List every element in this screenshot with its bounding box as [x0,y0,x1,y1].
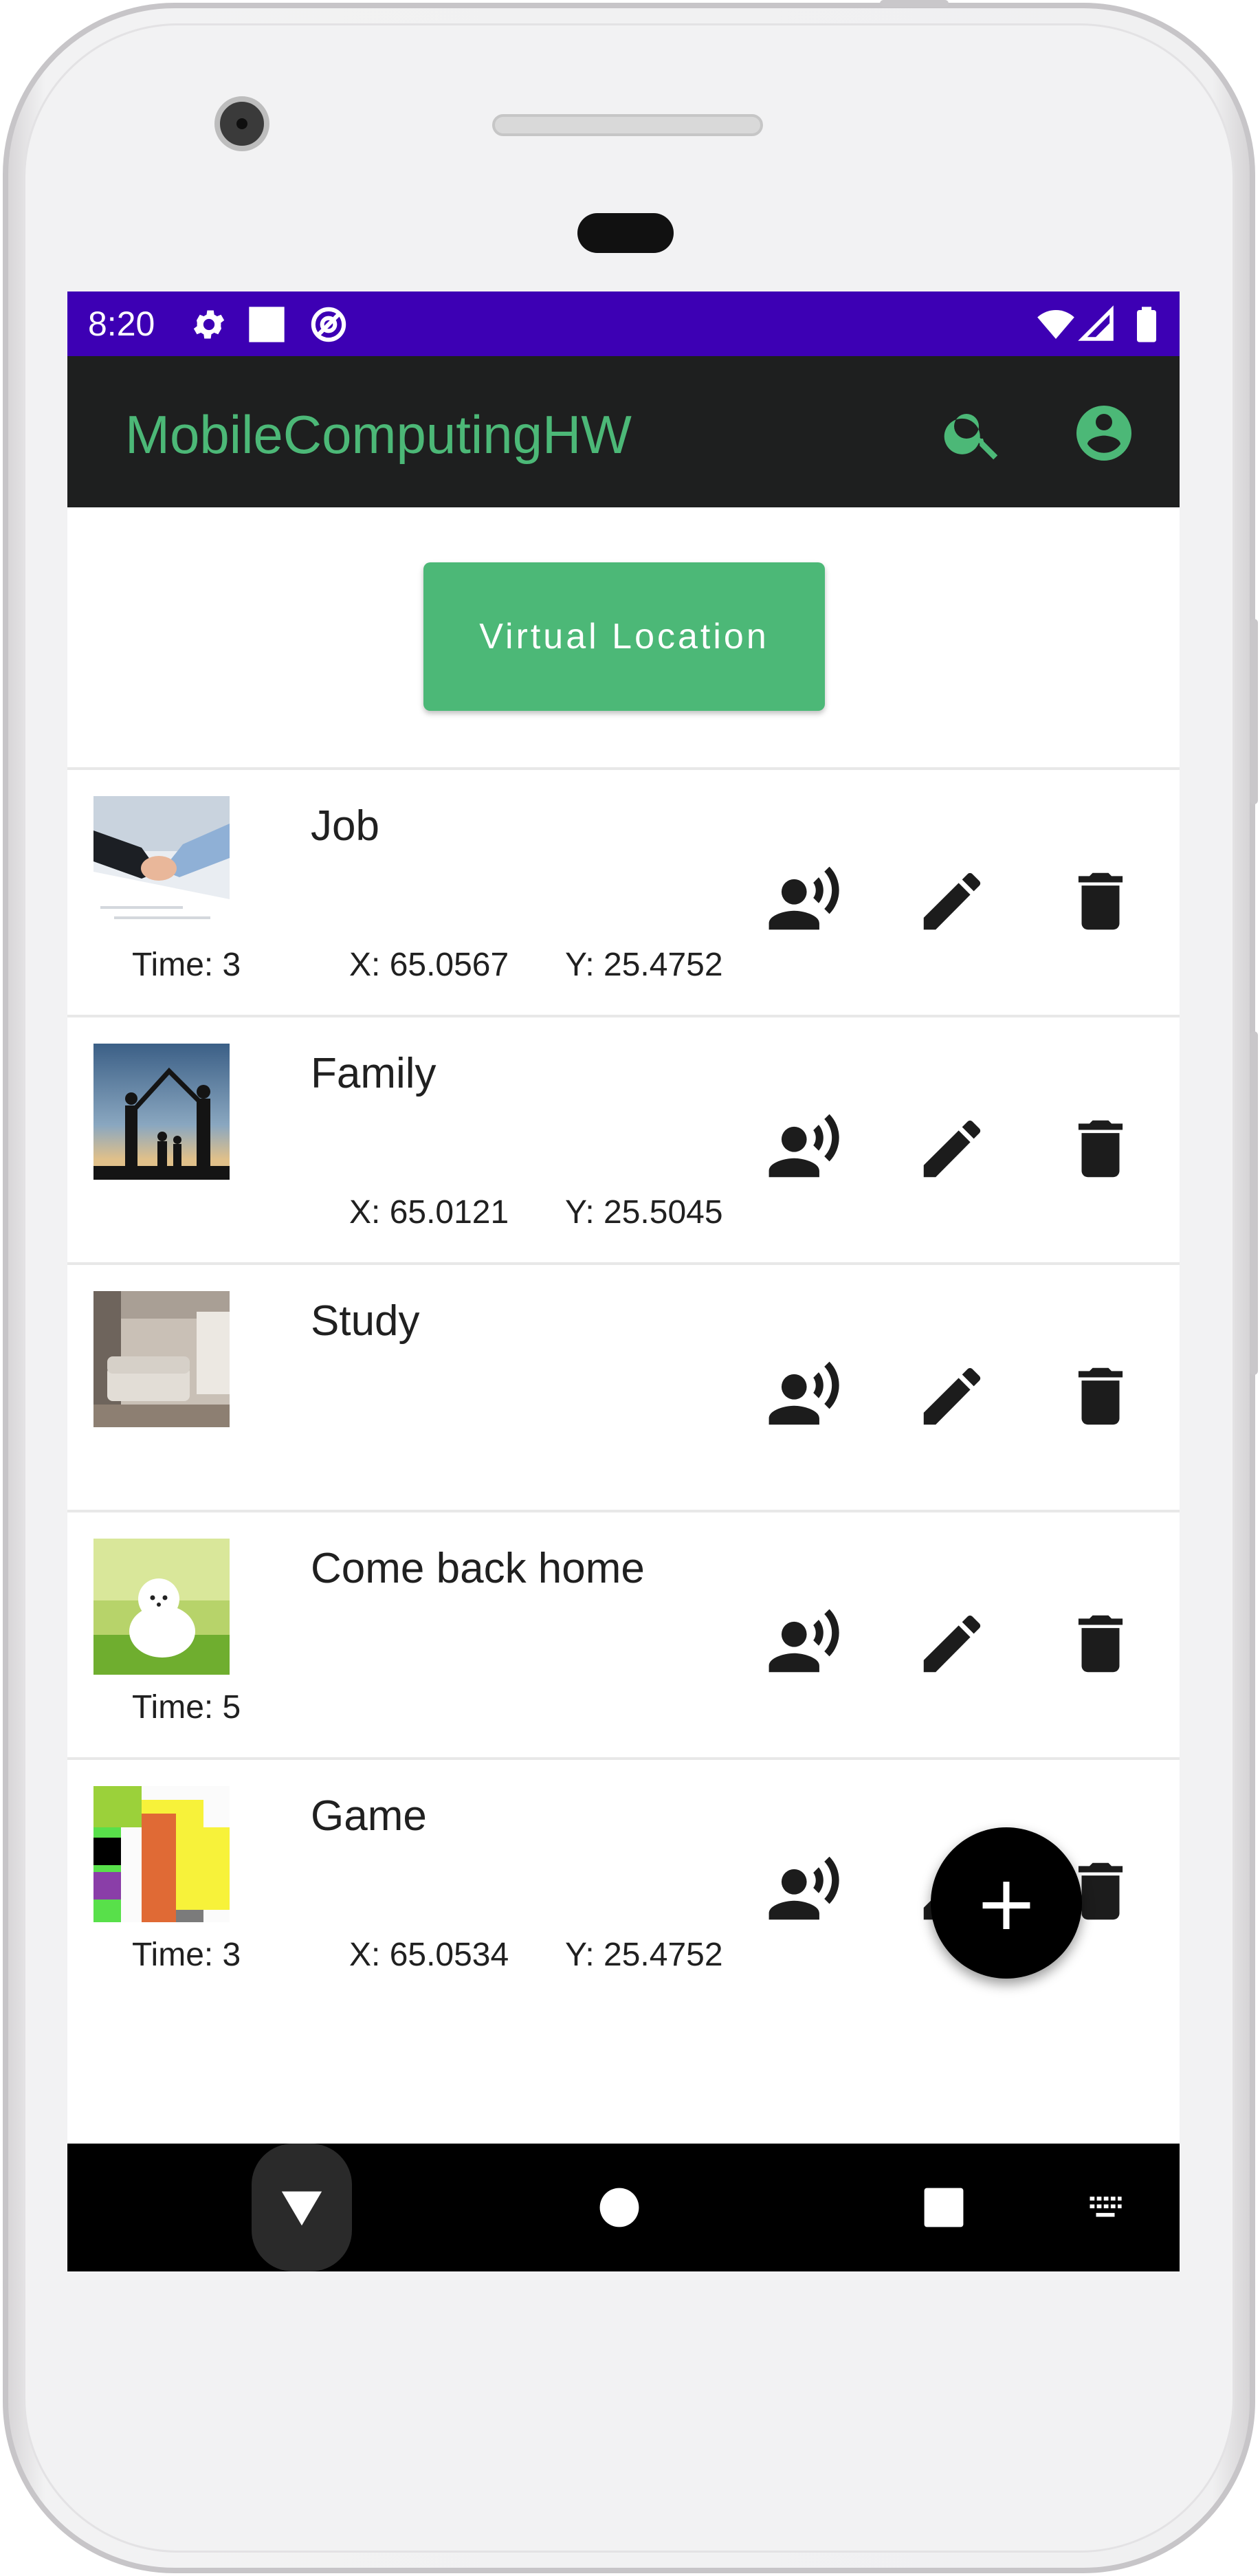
edit-pencil-icon[interactable] [914,863,990,939]
device-screen: 8:20 MobileComputingHW Virtual Location [67,291,1180,2271]
power-button [1250,619,1258,804]
place-x-coordinate: X: 65.0121 [349,1194,509,1231]
add-place-fab[interactable]: + [931,1827,1082,1979]
places-list: Job Time: 3 X: 65.0567 Y: 25.4752 Family [67,767,1180,2005]
home-circle-icon[interactable] [598,2186,641,2229]
front-camera [214,96,269,151]
account-circle-icon[interactable] [1071,400,1137,466]
place-y-coordinate: Y: 25.4752 [565,1937,723,1973]
earpiece-speaker [492,114,763,136]
place-time: Time: 3 [132,947,241,983]
app-title: MobileComputingHW [125,404,632,465]
place-time: Time: 5 [132,1689,241,1726]
volume-button [1250,1031,1258,1375]
list-item[interactable]: Study [67,1262,1180,1510]
place-thumbnail-room [93,1291,230,1427]
square-notification-icon [249,307,285,342]
place-thumbnail-game [93,1786,230,1922]
place-title: Come back home [311,1545,645,1592]
record-voice-icon[interactable] [766,1853,841,1929]
system-nav-bar [67,2144,1180,2271]
place-x-coordinate: X: 65.0567 [349,947,509,983]
back-button[interactable] [252,2144,352,2271]
record-voice-icon[interactable] [766,1606,841,1682]
edit-pencil-icon[interactable] [914,1358,990,1434]
edit-pencil-icon[interactable] [914,1111,990,1187]
search-icon[interactable] [940,400,1006,466]
delete-trash-icon[interactable] [1063,1606,1138,1682]
list-item[interactable]: Come back home Time: 5 [67,1510,1180,1757]
place-title: Game [311,1792,427,1840]
place-thumbnail-handshake [93,796,230,932]
virtual-location-section: Virtual Location [67,507,1180,767]
recents-square-icon[interactable] [922,2186,965,2229]
at-sign-icon [311,307,346,342]
signal-icon [1078,305,1114,341]
place-y-coordinate: Y: 25.4752 [565,947,723,983]
place-title: Job [311,802,379,850]
list-item[interactable]: Family X: 65.0121 Y: 25.5045 [67,1015,1180,1262]
back-triangle-icon [281,2191,322,2226]
status-bar: 8:20 [67,291,1180,356]
place-title: Study [311,1297,420,1345]
list-item[interactable]: Job Time: 3 X: 65.0567 Y: 25.4752 [67,767,1180,1015]
record-voice-icon[interactable] [766,863,841,939]
add-plus-label: + [974,1859,1039,1947]
place-x-coordinate: X: 65.0534 [349,1937,509,1973]
place-time: Time: 3 [132,1937,241,1973]
wifi-icon [1037,310,1074,339]
delete-trash-icon[interactable] [1063,1111,1138,1187]
proximity-sensor [577,213,674,253]
top-notch-button [880,0,949,7]
place-thumbnail-family [93,1044,230,1180]
settings-icon [193,310,225,339]
virtual-location-button[interactable]: Virtual Location [423,562,825,711]
app-bar: MobileComputingHW [67,356,1180,507]
status-time: 8:20 [88,305,155,343]
record-voice-icon[interactable] [766,1111,841,1187]
place-y-coordinate: Y: 25.5045 [565,1194,723,1231]
keyboard-icon[interactable] [1083,2189,1127,2226]
delete-trash-icon[interactable] [1063,863,1138,939]
place-title: Family [311,1050,436,1097]
place-thumbnail-dog [93,1539,230,1675]
record-voice-icon[interactable] [766,1358,841,1434]
edit-pencil-icon[interactable] [914,1606,990,1682]
delete-trash-icon[interactable] [1063,1358,1138,1434]
battery-icon [1137,307,1156,342]
